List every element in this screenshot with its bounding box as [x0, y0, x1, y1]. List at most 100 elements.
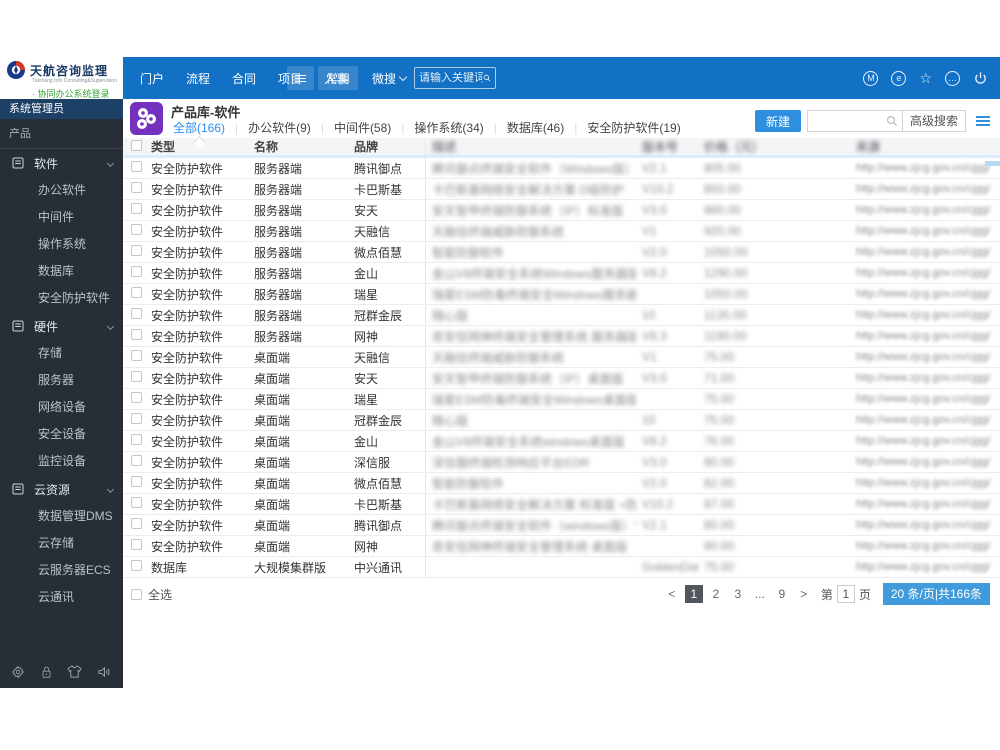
row-checkbox[interactable]	[131, 203, 142, 214]
global-search-input[interactable]	[419, 72, 484, 84]
row-checkbox[interactable]	[131, 329, 142, 340]
tab-2[interactable]: 中间件(58)	[332, 119, 393, 136]
column-header-1[interactable]: 名称	[254, 138, 354, 155]
column-header-2[interactable]: 品牌	[354, 138, 426, 155]
table-row[interactable]: 安全防护软件 桌面端 安天 安天智甲终端防御系统（IP）桌面版 V3.0 71.00 htt…	[123, 368, 1000, 389]
message-icon[interactable]: e	[891, 70, 907, 86]
row-checkbox[interactable]	[131, 413, 142, 424]
table-row[interactable]: 安全防护软件 服务器端 金山 金山V8终端安全系统Windows服务器版 V8.2 129…	[123, 263, 1000, 284]
tab-4[interactable]: 数据库(46)	[505, 119, 566, 136]
table-row[interactable]: 安全防护软件 桌面端 微点佰慧 智能防御软件 V2.0 82.00 http://www.z…	[123, 473, 1000, 494]
tab-1[interactable]: 办公软件(9)	[246, 119, 313, 136]
row-checkbox[interactable]	[131, 161, 142, 172]
new-button[interactable]: 新建	[754, 110, 801, 132]
table-row[interactable]: 安全防护软件 服务器端 腾讯御点 腾讯御点终端安全软件（Windows版） V2.1 80…	[123, 158, 1000, 179]
row-checkbox[interactable]	[131, 182, 142, 193]
wesearch-dropdown[interactable]: 微搜	[372, 70, 408, 87]
row-checkbox[interactable]	[131, 455, 142, 466]
sidebar-item-安全设备[interactable]: 安全设备	[0, 421, 123, 448]
sidebar-group-1[interactable]: 硬件	[0, 312, 123, 340]
table-row[interactable]: 安全防护软件 服务器端 安天 安天智甲终端防御系统（IP）标准版 V3.0 880.00 h…	[123, 200, 1000, 221]
pinned-tab[interactable]: 常用	[318, 66, 359, 90]
sidebar-item-云存储[interactable]: 云存储	[0, 530, 123, 557]
table-row[interactable]: 安全防护软件 服务器端 冠群金辰 随心版 10 1135.00 http://www.zjc…	[123, 305, 1000, 326]
sidebar-item-数据库[interactable]: 数据库	[0, 258, 123, 285]
column-header-blurred-3[interactable]: 来源	[850, 138, 1000, 155]
page-size-info[interactable]: 20 条/页|共166条	[882, 583, 990, 605]
gear-icon[interactable]	[11, 664, 25, 679]
row-checkbox[interactable]	[131, 518, 142, 529]
column-header-blurred-2[interactable]: 价格（元）	[698, 138, 850, 155]
row-checkbox[interactable]	[131, 266, 142, 277]
advanced-search-button[interactable]: 高级搜索	[902, 110, 966, 132]
page-button-2[interactable]: 2	[707, 585, 725, 603]
row-checkbox[interactable]	[131, 287, 142, 298]
row-checkbox[interactable]	[131, 476, 142, 487]
row-checkbox[interactable]	[131, 560, 142, 571]
sidebar-item-安全防护软件[interactable]: 安全防护软件	[0, 285, 123, 312]
lock-icon[interactable]	[40, 665, 53, 679]
row-checkbox[interactable]	[131, 350, 142, 361]
table-row[interactable]: 数据库 大规模集群版 中兴通讯 GoldenData s... 75.00 http://…	[123, 557, 1000, 578]
table-search-box[interactable]	[806, 110, 903, 132]
tab-5[interactable]: 安全防护软件(19)	[585, 119, 682, 136]
sidebar-item-中间件[interactable]: 中间件	[0, 204, 123, 231]
menu-toggle-button[interactable]	[287, 66, 314, 90]
table-row[interactable]: 安全防护软件 桌面端 网神 奇安信网神终端安全管理系统 桌面版 80.00 http://…	[123, 536, 1000, 557]
speaker-icon[interactable]	[97, 665, 112, 679]
table-row[interactable]: 安全防护软件 桌面端 金山 金山V8终端安全系统windows桌面版 V8.2 76.00…	[123, 431, 1000, 452]
select-all-checkbox[interactable]	[131, 588, 142, 600]
topnav-item-2[interactable]: 合同	[222, 66, 266, 91]
table-row[interactable]: 安全防护软件 桌面端 天融信 天融信终端威胁防御系统 V1 75.00 http://www…	[123, 347, 1000, 368]
row-checkbox[interactable]	[131, 371, 142, 382]
sidebar-item-监控设备[interactable]: 监控设备	[0, 448, 123, 475]
column-header-blurred-0[interactable]: 描述	[426, 138, 636, 155]
prev-page-button[interactable]: <	[663, 585, 681, 603]
table-row[interactable]: 安全防护软件 桌面端 深信服 深信服终端检测响应平台EDR V3.0 80.00 http:…	[123, 452, 1000, 473]
header-checkbox[interactable]	[131, 139, 142, 151]
jump-page-input[interactable]: 1	[836, 585, 855, 603]
sidebar-item-操作系统[interactable]: 操作系统	[0, 231, 123, 258]
table-row[interactable]: 安全防护软件 服务器端 微点佰慧 智能防御软件 V2.0 1050.00 http://ww…	[123, 242, 1000, 263]
global-search-box[interactable]	[414, 67, 497, 89]
column-header-blurred-1[interactable]: 版本号	[636, 138, 698, 155]
table-row[interactable]: 安全防护软件 桌面端 瑞星 瑞星ESM防毒终端安全Windows桌面版 75.00 htt…	[123, 389, 1000, 410]
next-page-button[interactable]: >	[795, 585, 813, 603]
page-button-9[interactable]: 9	[773, 585, 791, 603]
theme-shirt-icon[interactable]	[67, 664, 82, 679]
topnav-item-0[interactable]: 门户	[130, 66, 174, 91]
sidebar-item-网络设备[interactable]: 网络设备	[0, 394, 123, 421]
table-row[interactable]: 安全防护软件 服务器端 网神 奇安信网神终端安全管理系统 服务器版 V8.3 1190.0…	[123, 326, 1000, 347]
row-checkbox[interactable]	[131, 245, 142, 256]
row-checkbox[interactable]	[131, 224, 142, 235]
favorite-star-icon[interactable]: ☆	[919, 70, 932, 86]
more-icon[interactable]: …	[945, 70, 960, 86]
sidebar-group-0[interactable]: 软件	[0, 149, 123, 177]
table-row[interactable]: 安全防护软件 桌面端 冠群金辰 随心版 10 75.00 http://www.zjcg.g…	[123, 410, 1000, 431]
sidebar-item-云服务器ECS[interactable]: 云服务器ECS	[0, 557, 123, 584]
list-view-icon[interactable]	[976, 114, 990, 128]
page-button-3[interactable]: 3	[729, 585, 747, 603]
sidebar-item-办公软件[interactable]: 办公软件	[0, 177, 123, 204]
power-icon[interactable]	[973, 71, 988, 86]
row-checkbox[interactable]	[131, 497, 142, 508]
page-button-1[interactable]: 1	[684, 585, 703, 603]
sidebar-item-数据管理DMS[interactable]: 数据管理DMS	[0, 503, 123, 530]
row-checkbox[interactable]	[131, 539, 142, 550]
row-checkbox[interactable]	[131, 392, 142, 403]
row-checkbox[interactable]	[131, 308, 142, 319]
row-checkbox[interactable]	[131, 434, 142, 445]
table-row[interactable]: 安全防护软件 服务器端 天融信 天融信终端威胁防御系统 V1 920.00 http://w…	[123, 221, 1000, 242]
table-row[interactable]: 安全防护软件 服务器端 卡巴斯基 卡巴斯基网络安全解决方案 D级防护 V10.2 850.…	[123, 179, 1000, 200]
sidebar-item-云通讯[interactable]: 云通讯	[0, 584, 123, 611]
table-row[interactable]: 安全防护软件 桌面端 卡巴斯基 卡巴斯基网络安全解决方案 标准版 +防护 V10.2 87…	[123, 494, 1000, 515]
table-row[interactable]: 安全防护软件 服务器端 瑞星 瑞星ESM防毒终端安全Windows服务器 1050.00…	[123, 284, 1000, 305]
scrollbar-thumb[interactable]	[985, 161, 1000, 166]
table-row[interactable]: 安全防护软件 桌面端 腾讯御点腾讯御点终端安全软件（windows版）V2.1 V2.…	[123, 515, 1000, 536]
tab-3[interactable]: 操作系统(34)	[412, 119, 485, 136]
sidebar-group-2[interactable]: 云资源	[0, 475, 123, 503]
sidebar-item-存储[interactable]: 存储	[0, 340, 123, 367]
sidebar-item-服务器[interactable]: 服务器	[0, 367, 123, 394]
tab-0[interactable]: 全部(166)	[171, 119, 227, 136]
topnav-item-1[interactable]: 流程	[176, 66, 220, 91]
